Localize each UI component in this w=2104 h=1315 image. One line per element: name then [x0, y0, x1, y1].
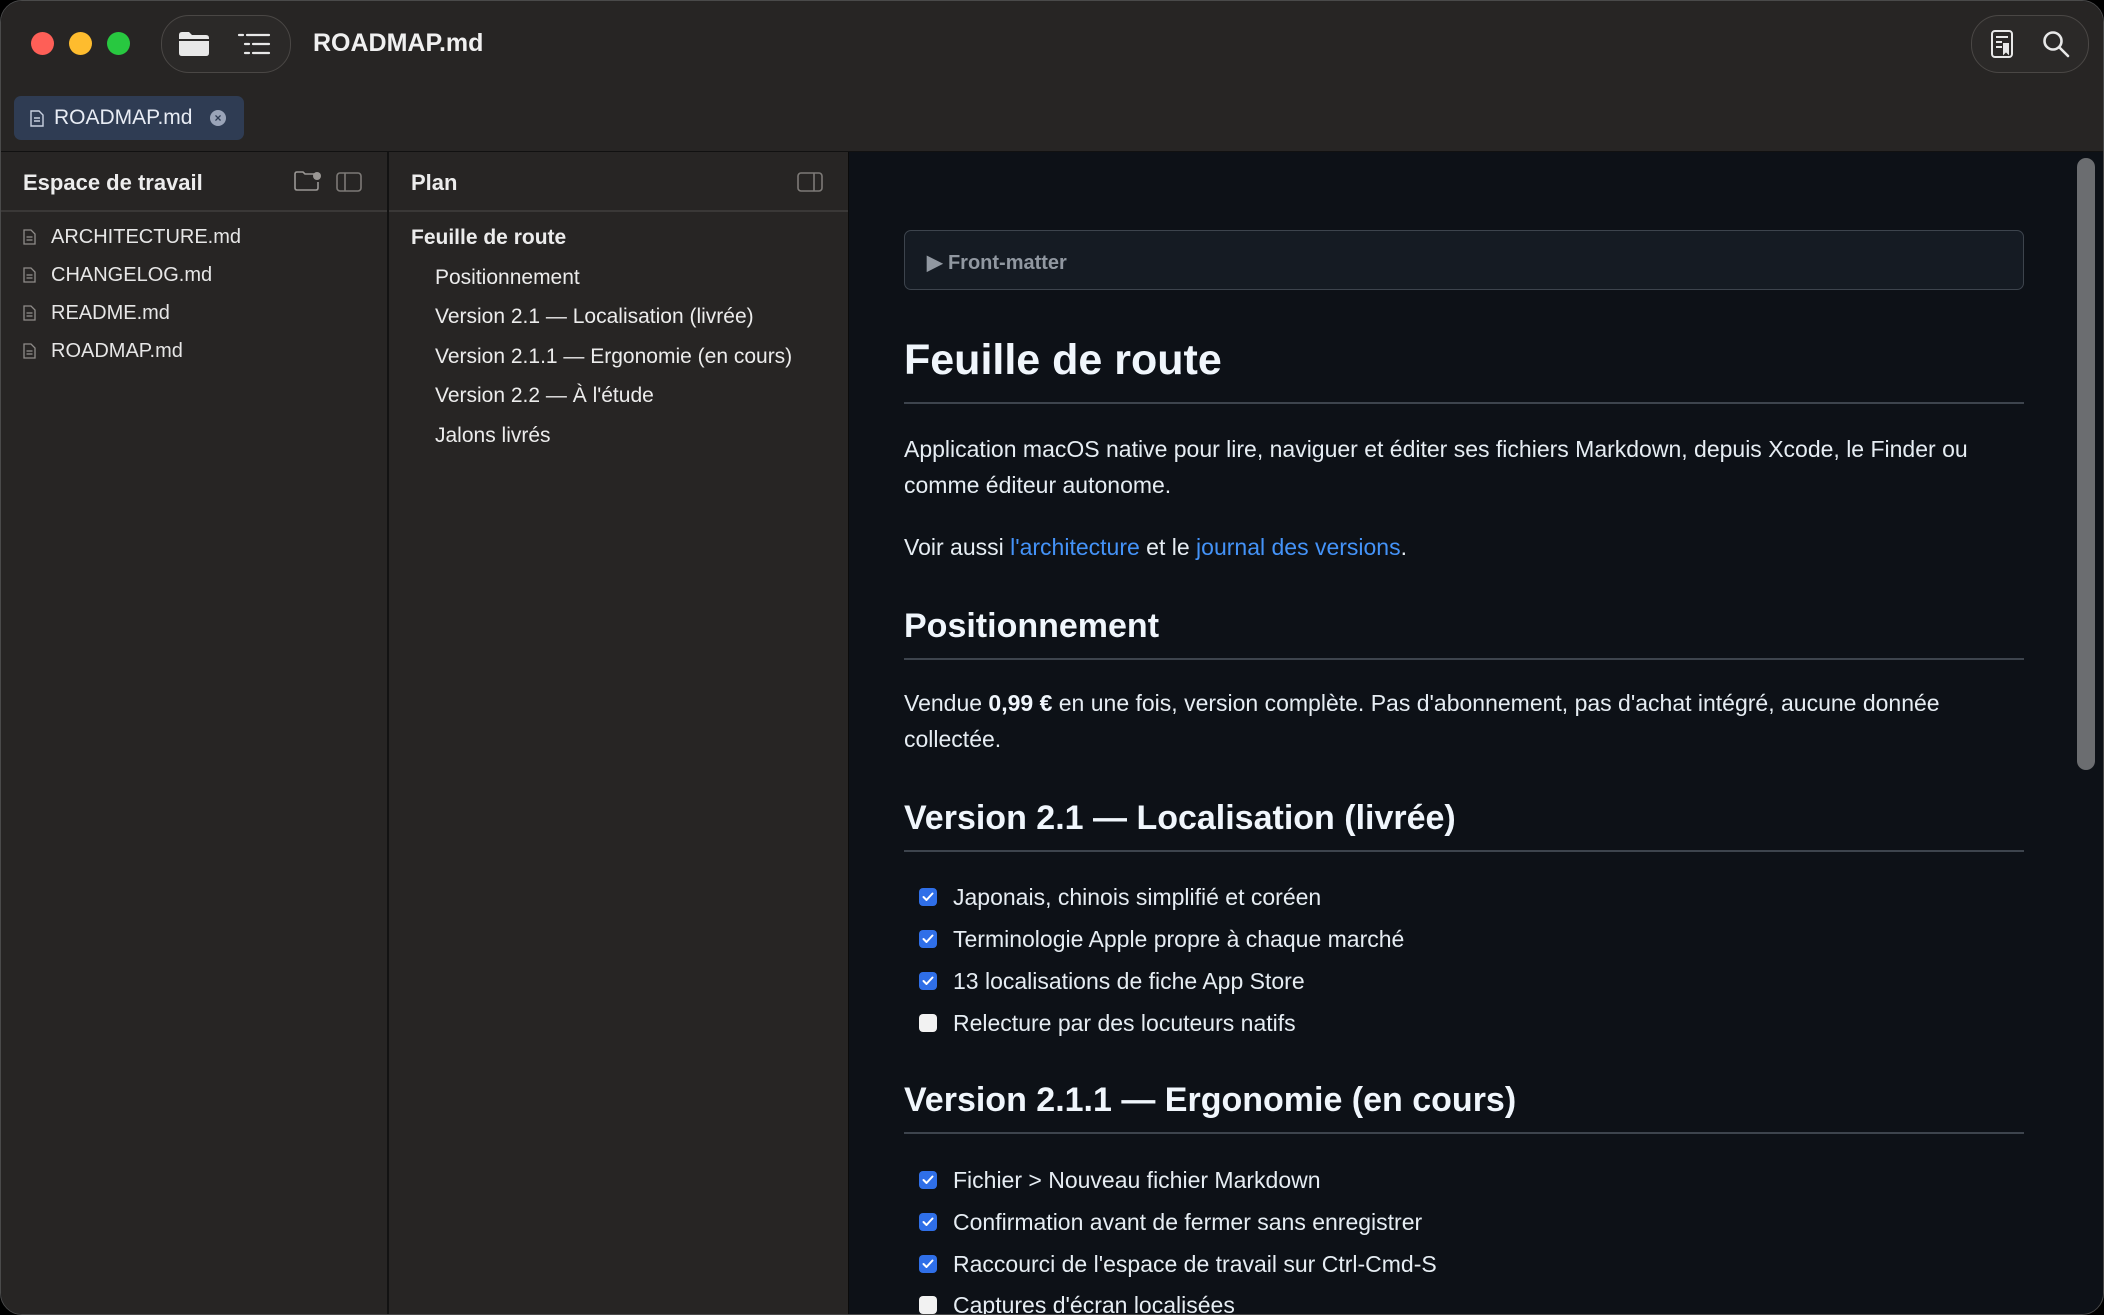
folder-icon[interactable]: [172, 24, 216, 64]
heading-rule: [904, 402, 2024, 404]
file-icon: [23, 229, 39, 245]
file-icon: [23, 267, 39, 283]
section-heading-v211: Version 2.1.1 — Ergonomie (en cours): [904, 1081, 1517, 1119]
tab-roadmap[interactable]: ROADMAP.md ×: [14, 96, 244, 140]
outline-panel: Plan Feuille de route Positionnement Ver…: [389, 152, 849, 1314]
file-item-changelog[interactable]: CHANGELOG.md: [23, 260, 212, 290]
search-icon[interactable]: [2034, 24, 2078, 64]
see-also-paragraph: Voir aussi l'architecture et le journal …: [904, 529, 2029, 565]
outline-item[interactable]: Feuille de route: [411, 226, 566, 250]
sidebar-toggle-group: [161, 15, 291, 73]
outline-item[interactable]: Version 2.1.1 — Ergonomie (en cours): [435, 345, 792, 369]
positioning-prefix: Vendue: [904, 690, 989, 716]
workspace-header: Espace de travail: [1, 152, 387, 212]
heading-rule: [904, 1132, 2024, 1134]
workspace-sidebar: Espace de travail ARCHITECTURE.md CHANGE…: [1, 152, 389, 1314]
new-folder-icon[interactable]: [294, 170, 322, 197]
task-label: Japonais, chinois simplifié et coréen: [953, 883, 1322, 910]
close-window-button[interactable]: [31, 32, 54, 55]
front-matter-toggle[interactable]: ▶ Front-matter: [904, 230, 2024, 290]
title-bar: ROADMAP.md: [1, 1, 2103, 85]
see-also-middle: et le: [1139, 534, 1197, 560]
file-icon: [23, 305, 39, 321]
outline-item[interactable]: Jalons livrés: [435, 424, 551, 448]
file-label: CHANGELOG.md: [51, 263, 213, 286]
task-item: Fichier > Nouveau fichier Markdown: [919, 1163, 1321, 1197]
checkbox-unchecked[interactable]: [919, 1014, 937, 1032]
document-title: Feuille de route: [904, 336, 1222, 384]
see-also-suffix: .: [1400, 534, 1407, 560]
file-icon: [23, 343, 39, 359]
file-item-readme[interactable]: README.md: [23, 298, 170, 328]
checkbox-checked[interactable]: [919, 972, 937, 990]
task-item: 13 localisations de fiche App Store: [919, 964, 1305, 998]
outline-header: Plan: [389, 152, 848, 212]
task-item: Confirmation avant de fermer sans enregi…: [919, 1205, 1422, 1239]
task-item: Japonais, chinois simplifié et coréen: [919, 880, 1321, 914]
outline-item[interactable]: Positionnement: [435, 266, 580, 290]
task-label: Fichier > Nouveau fichier Markdown: [953, 1166, 1321, 1193]
close-circle-icon[interactable]: ×: [210, 110, 226, 126]
price: 0,99 €: [988, 690, 1053, 716]
heading-rule: [904, 850, 2024, 852]
checkbox-checked[interactable]: [919, 930, 937, 948]
task-item: Raccourci de l'espace de travail sur Ctr…: [919, 1247, 1437, 1281]
task-item: Captures d'écran localisées: [919, 1288, 1235, 1315]
file-label: ARCHITECTURE.md: [51, 225, 242, 248]
outline-list-icon[interactable]: [232, 24, 276, 64]
zoom-window-button[interactable]: [107, 32, 130, 55]
sidebar-toggle-icon[interactable]: [336, 172, 362, 197]
checkbox-checked[interactable]: [919, 1255, 937, 1273]
app-window: ROADMAP.md ROADMAP.md × Espace de travai…: [0, 0, 2104, 1315]
checkbox-checked[interactable]: [919, 1171, 937, 1189]
section-heading-positioning: Positionnement: [904, 607, 1160, 645]
tab-bar: ROADMAP.md ×: [1, 85, 2103, 152]
workspace-title: Espace de travail: [23, 170, 203, 195]
task-label: Relecture par des locuteurs natifs: [953, 1009, 1296, 1036]
file-label: ROADMAP.md: [51, 339, 183, 362]
heading-rule: [904, 658, 2024, 660]
task-label: Captures d'écran localisées: [953, 1291, 1235, 1315]
window-title: ROADMAP.md: [313, 29, 484, 57]
section-heading-v21: Version 2.1 — Localisation (livrée): [904, 799, 1456, 837]
intro-paragraph: Application macOS native pour lire, navi…: [904, 436, 1968, 498]
toolbar-right-group: [1971, 15, 2089, 73]
reader-mode-icon[interactable]: [1980, 24, 2024, 64]
task-label: 13 localisations de fiche App Store: [953, 967, 1305, 994]
document-icon: [30, 109, 44, 127]
architecture-link[interactable]: l'architecture: [1010, 534, 1140, 560]
task-label: Raccourci de l'espace de travail sur Ctr…: [953, 1250, 1437, 1277]
positioning-paragraph: Vendue 0,99 € en une fois, version compl…: [904, 685, 2029, 757]
minimize-window-button[interactable]: [69, 32, 92, 55]
outline-title: Plan: [411, 170, 458, 195]
tab-label: ROADMAP.md: [54, 106, 193, 129]
see-also-prefix: Voir aussi: [904, 534, 1011, 560]
changelog-link[interactable]: journal des versions: [1196, 534, 1401, 560]
task-label: Confirmation avant de fermer sans enregi…: [953, 1208, 1423, 1235]
file-item-architecture[interactable]: ARCHITECTURE.md: [23, 222, 241, 252]
outline-item[interactable]: Version 2.2 — À l'étude: [435, 384, 654, 408]
checkbox-unchecked[interactable]: [919, 1296, 937, 1314]
file-item-roadmap[interactable]: ROADMAP.md: [23, 336, 183, 366]
task-item: Terminologie Apple propre à chaque march…: [919, 922, 1404, 956]
task-label: Terminologie Apple propre à chaque march…: [953, 925, 1405, 952]
scrollbar[interactable]: [2077, 158, 2095, 770]
task-item: Relecture par des locuteurs natifs: [919, 1006, 1296, 1040]
positioning-suffix: en une fois, version complète. Pas d'abo…: [904, 690, 1940, 752]
file-label: README.md: [51, 301, 170, 324]
document-view[interactable]: ▶ Front-matter Feuille de route Applicat…: [849, 152, 2103, 1314]
checkbox-checked[interactable]: [919, 888, 937, 906]
outline-toggle-icon[interactable]: [797, 172, 823, 197]
outline-item[interactable]: Version 2.1 — Localisation (livrée): [435, 305, 754, 329]
checkbox-checked[interactable]: [919, 1213, 937, 1231]
front-matter-label: ▶ Front-matter: [927, 252, 1067, 274]
